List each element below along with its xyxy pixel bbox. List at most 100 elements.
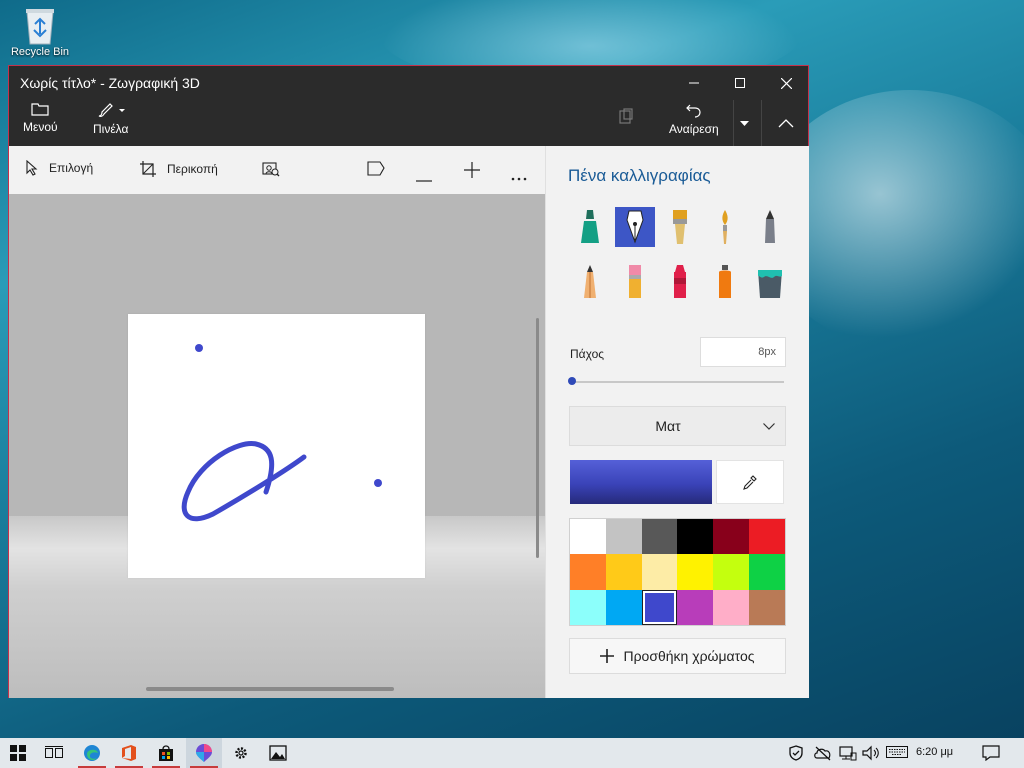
palette-swatch[interactable] bbox=[749, 554, 785, 590]
oil-brush-icon bbox=[673, 210, 687, 244]
add-color-button[interactable]: Προσθήκη χρώματος bbox=[569, 638, 786, 674]
palette-swatch[interactable] bbox=[713, 589, 750, 625]
palette-swatch[interactable] bbox=[570, 554, 606, 590]
vertical-scrollbar[interactable] bbox=[536, 318, 539, 558]
calligraphy-pen-brush[interactable] bbox=[615, 207, 655, 247]
thickness-label: Πάχος bbox=[570, 347, 605, 361]
crop-label: Περικοπή bbox=[167, 162, 218, 176]
menu-button[interactable]: Μενού bbox=[23, 102, 58, 134]
crayon-icon bbox=[674, 265, 686, 298]
eraser-brush[interactable] bbox=[615, 262, 655, 302]
network-tray-icon[interactable] bbox=[839, 745, 857, 766]
pencil-brush[interactable] bbox=[570, 262, 610, 302]
marker-brush[interactable] bbox=[570, 207, 610, 247]
minimize-button[interactable] bbox=[671, 66, 717, 100]
palette-swatch[interactable] bbox=[713, 519, 750, 555]
palette-swatch[interactable] bbox=[677, 554, 714, 590]
palette-swatch[interactable] bbox=[605, 554, 642, 590]
canvas-area[interactable]: Επιλογή Περικοπή bbox=[9, 146, 545, 698]
eraser-icon bbox=[629, 265, 641, 298]
palette-swatch[interactable] bbox=[641, 589, 678, 625]
gear-icon bbox=[235, 747, 247, 759]
stroke-dot bbox=[195, 344, 203, 352]
folder-icon bbox=[31, 103, 49, 116]
notifications-button[interactable] bbox=[982, 745, 1000, 766]
select-tool[interactable]: Επιλογή bbox=[25, 160, 93, 176]
spray-can-brush[interactable] bbox=[705, 262, 745, 302]
watercolor-icon bbox=[722, 210, 728, 244]
horizontal-scrollbar[interactable] bbox=[146, 687, 394, 691]
collapse-ribbon-button[interactable] bbox=[761, 100, 809, 146]
thickness-input[interactable]: 8px bbox=[700, 337, 786, 367]
more-options-button[interactable] bbox=[511, 168, 527, 186]
defender-tray-icon[interactable] bbox=[788, 745, 804, 766]
edge-button[interactable] bbox=[74, 738, 110, 768]
add-color-label: Προσθήκη χρώματος bbox=[623, 648, 755, 664]
palette-swatch[interactable] bbox=[641, 554, 678, 590]
current-color-swatch[interactable] bbox=[570, 460, 712, 504]
maximize-button[interactable] bbox=[717, 66, 763, 100]
paste-icon bbox=[619, 108, 633, 124]
palette-swatch[interactable] bbox=[641, 519, 678, 555]
fill-bucket-icon bbox=[758, 270, 782, 298]
marker-icon bbox=[581, 210, 599, 243]
office-button[interactable] bbox=[111, 738, 147, 768]
fill-brush[interactable] bbox=[750, 262, 790, 302]
store-button[interactable] bbox=[148, 738, 184, 768]
more-icon bbox=[511, 177, 527, 181]
zoom-in-button[interactable] bbox=[464, 162, 480, 183]
keyboard-tray-icon[interactable] bbox=[886, 745, 908, 764]
undo-history-button[interactable] bbox=[733, 100, 755, 146]
settings-button[interactable] bbox=[223, 738, 259, 768]
chevron-down-icon bbox=[763, 423, 775, 430]
onedrive-tray-icon[interactable] bbox=[813, 745, 833, 766]
magic-select-icon bbox=[262, 162, 280, 177]
recycle-bin-icon bbox=[23, 6, 57, 46]
start-button[interactable] bbox=[0, 738, 36, 768]
close-button[interactable] bbox=[763, 66, 809, 100]
volume-tray-icon[interactable] bbox=[862, 745, 880, 766]
eyedropper-button[interactable] bbox=[716, 460, 784, 504]
undo-button[interactable]: Αναίρεση bbox=[669, 102, 719, 136]
paste-button[interactable] bbox=[618, 108, 634, 129]
palette-swatch[interactable] bbox=[570, 589, 606, 625]
view-3d-icon bbox=[367, 161, 385, 176]
palette-swatch[interactable] bbox=[677, 519, 714, 555]
spray-can-icon bbox=[719, 265, 731, 298]
plus-icon bbox=[464, 162, 480, 178]
crayon-brush[interactable] bbox=[660, 262, 700, 302]
paint3d-taskbar-button[interactable] bbox=[186, 738, 222, 768]
title-bar[interactable]: Χωρίς τίτλο* - Ζωγραφική 3D bbox=[9, 66, 808, 100]
recycle-bin-label: Recycle Bin bbox=[10, 46, 70, 58]
photos-button[interactable] bbox=[260, 738, 296, 768]
task-view-button[interactable] bbox=[36, 738, 72, 768]
palette-swatch[interactable] bbox=[749, 589, 785, 625]
crop-tool[interactable]: Περικοπή bbox=[139, 160, 218, 178]
menu-bar: Μενού Πινέλα Αναίρεση bbox=[9, 100, 808, 146]
palette-swatch[interactable] bbox=[713, 554, 750, 590]
view-3d-button[interactable] bbox=[367, 161, 385, 182]
finish-dropdown[interactable]: Ματ bbox=[569, 406, 786, 446]
palette-swatch[interactable] bbox=[605, 589, 642, 625]
palette-swatch[interactable] bbox=[749, 519, 785, 555]
thickness-slider-thumb[interactable] bbox=[568, 377, 576, 385]
thickness-slider[interactable] bbox=[572, 381, 784, 383]
menu-label: Μενού bbox=[23, 120, 58, 134]
palette-swatch[interactable] bbox=[677, 589, 714, 625]
eyedropper-icon bbox=[743, 475, 757, 490]
pencil-icon bbox=[584, 265, 596, 298]
window-title: Χωρίς τίτλο* - Ζωγραφική 3D bbox=[20, 75, 200, 91]
watercolor-brush[interactable] bbox=[705, 207, 745, 247]
drawing-canvas[interactable] bbox=[128, 314, 425, 578]
select-label: Επιλογή bbox=[49, 161, 94, 175]
recycle-bin[interactable]: Recycle Bin bbox=[10, 6, 70, 58]
zoom-out-button[interactable] bbox=[416, 169, 432, 187]
palette-swatch[interactable] bbox=[570, 519, 606, 555]
magic-select-tool[interactable] bbox=[262, 161, 280, 182]
taskbar-clock[interactable]: 6:20 μμ bbox=[916, 746, 953, 758]
minimize-icon bbox=[689, 82, 699, 84]
palette-swatch[interactable] bbox=[605, 519, 642, 555]
brushes-button[interactable]: Πινέλα bbox=[93, 102, 128, 136]
pixel-pen-brush[interactable] bbox=[750, 207, 790, 247]
oil-brush[interactable] bbox=[660, 207, 700, 247]
